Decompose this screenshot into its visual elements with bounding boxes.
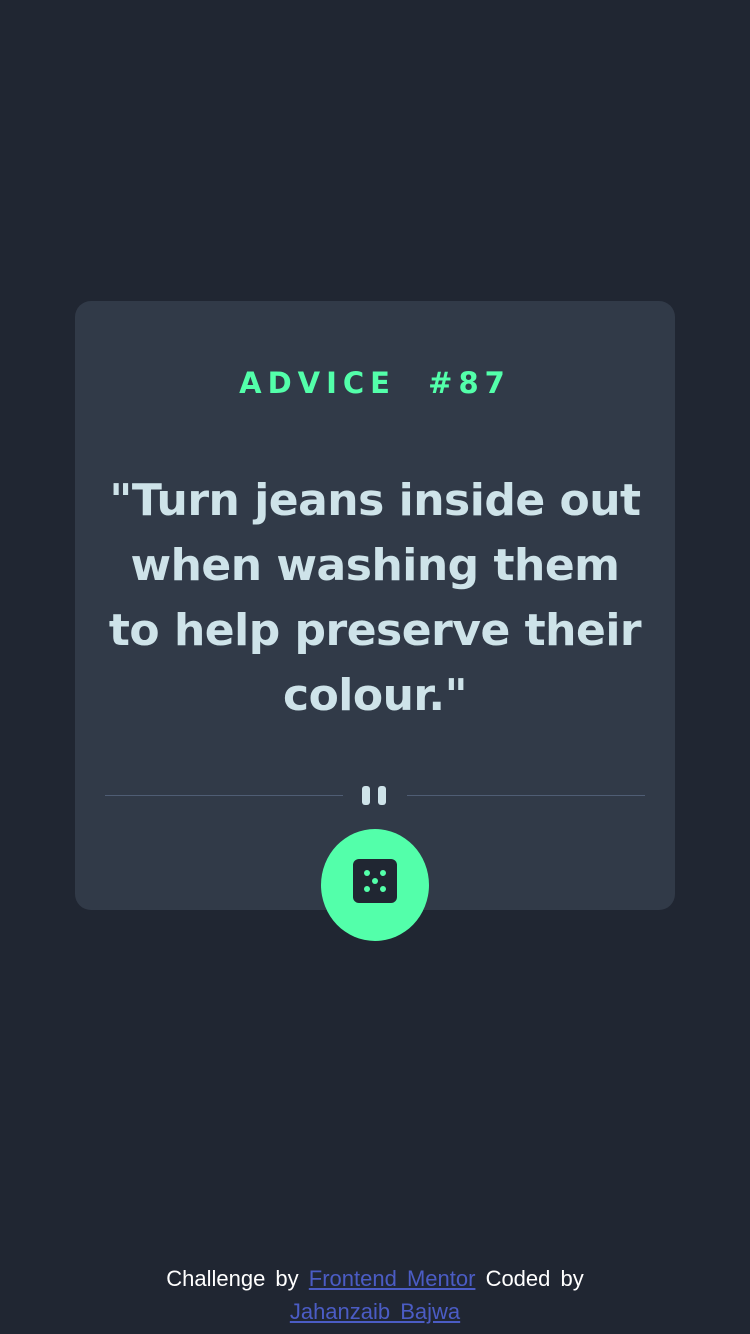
divider-line-left bbox=[105, 795, 343, 796]
pause-icon bbox=[362, 786, 388, 805]
coded-by-text: Coded by bbox=[485, 1266, 584, 1291]
challenge-text: Challenge by bbox=[166, 1266, 299, 1291]
pause-bar-right bbox=[378, 786, 386, 805]
advice-number: ADVICE #87 bbox=[239, 366, 511, 400]
divider-line-right bbox=[407, 795, 645, 796]
new-advice-button[interactable] bbox=[321, 829, 429, 941]
pause-bar-left bbox=[362, 786, 370, 805]
author-link[interactable]: Jahanzaib Bajwa bbox=[290, 1299, 460, 1324]
attribution: Challenge by Frontend Mentor Coded by Ja… bbox=[150, 1262, 600, 1328]
frontend-mentor-link[interactable]: Frontend Mentor bbox=[309, 1266, 476, 1291]
advice-quote: "Turn jeans inside out when washing them… bbox=[108, 475, 642, 721]
page: ADVICE #87 "Turn jeans inside out when w… bbox=[0, 0, 750, 1334]
dice-icon bbox=[353, 859, 397, 903]
